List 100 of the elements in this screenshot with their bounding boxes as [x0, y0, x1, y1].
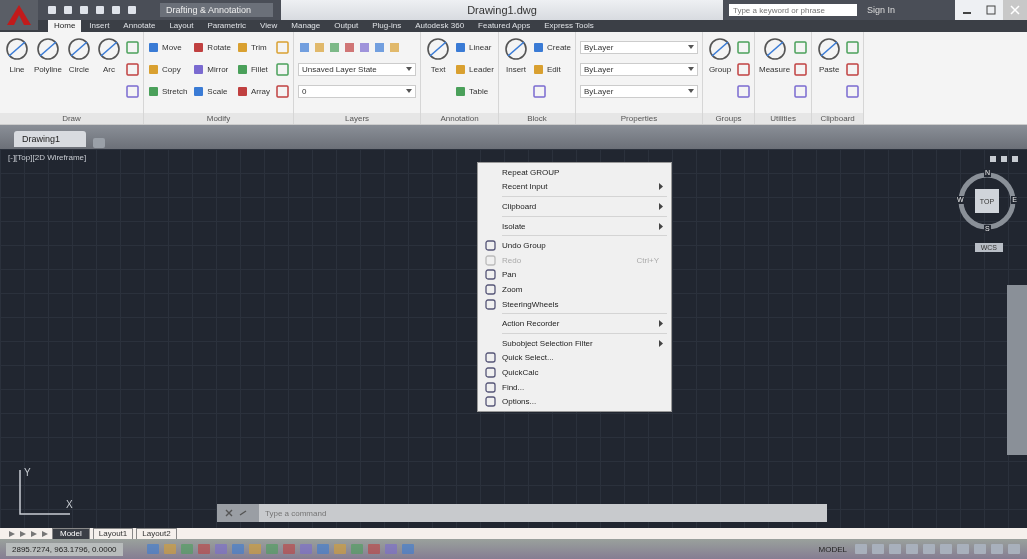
ribbon-tab[interactable]: Layout [163, 20, 200, 32]
tool-button[interactable]: Leader [455, 63, 494, 75]
quick-access-icon[interactable] [94, 4, 106, 16]
ribbon-tab[interactable]: Manage [285, 20, 327, 32]
tool-icon[interactable] [737, 40, 750, 54]
tool-button[interactable]: Copy [148, 63, 188, 75]
workspace-dropdown[interactable]: Drafting & Annotation [160, 3, 274, 17]
file-tab[interactable]: Drawing1 [14, 131, 87, 147]
menu-item[interactable]: Action Recorder [478, 316, 671, 331]
panel-title[interactable]: Draw [0, 113, 143, 124]
dropdown[interactable]: ByLayer [580, 40, 698, 54]
tool-button[interactable]: Line [4, 36, 30, 113]
ribbon-tab[interactable]: View [254, 20, 284, 32]
new-tab-icon[interactable] [92, 137, 107, 149]
status-tool-icon[interactable] [888, 543, 902, 555]
status-toggle-icon[interactable] [281, 543, 296, 555]
status-toggle-icon[interactable] [400, 543, 415, 555]
status-toggle-icon[interactable] [230, 543, 245, 555]
status-tool-icon[interactable] [854, 543, 868, 555]
status-toggle-icon[interactable] [247, 543, 262, 555]
dropdown[interactable]: 0 [298, 84, 417, 98]
tool-icon[interactable] [737, 84, 750, 98]
tool-icon[interactable] [794, 84, 808, 98]
tool-button[interactable]: Mirror [193, 63, 231, 75]
panel-title[interactable]: Block [499, 113, 575, 124]
tool-button[interactable]: Scale [193, 85, 231, 97]
layer-tool-icon[interactable] [328, 40, 342, 54]
panel-title[interactable]: Properties [576, 113, 702, 124]
tool-icon[interactable] [276, 62, 290, 76]
layer-tool-icon[interactable] [343, 40, 357, 54]
menu-item[interactable]: SteeringWheels [478, 296, 671, 312]
menu-item[interactable]: QuickCalc [478, 365, 671, 380]
tool-button[interactable]: Polyline [34, 36, 62, 113]
status-toggle-icon[interactable] [315, 543, 330, 555]
tool-button[interactable]: Array [236, 85, 271, 97]
tool-icon[interactable] [126, 62, 139, 76]
status-toggle-icon[interactable] [349, 543, 364, 555]
ribbon-tab[interactable]: Express Tools [538, 20, 600, 32]
ribbon-tab[interactable]: Home [48, 20, 82, 32]
tool-button[interactable]: Paste [816, 36, 843, 113]
layer-tool-icon[interactable] [358, 40, 372, 54]
ribbon-tab[interactable]: Output [328, 20, 365, 32]
panel-title[interactable]: Utilities [755, 113, 812, 124]
layer-tool-icon[interactable] [388, 40, 402, 54]
quick-access-icon[interactable] [126, 4, 138, 16]
status-tool-icon[interactable] [905, 543, 919, 555]
model-tab[interactable]: Model [52, 528, 90, 539]
tool-button[interactable]: Create [533, 41, 571, 53]
tool-button[interactable]: Arc [96, 36, 122, 113]
status-toggle-icon[interactable] [332, 543, 347, 555]
quick-access-icon[interactable] [62, 4, 74, 16]
close-button[interactable] [1003, 0, 1027, 20]
tool-icon[interactable] [846, 40, 860, 54]
layer-tool-icon[interactable] [373, 40, 387, 54]
menu-item[interactable]: Clipboard [478, 199, 671, 214]
dropdown[interactable]: ByLayer [580, 62, 698, 76]
menu-item[interactable]: Zoom [478, 282, 671, 297]
status-toggle-icon[interactable] [264, 543, 279, 555]
search-field[interactable]: Type a keyword or phrase [728, 4, 857, 16]
status-tool-icon[interactable] [922, 543, 936, 555]
tool-button[interactable]: Measure [759, 36, 791, 113]
status-toggle-icon[interactable] [196, 543, 211, 555]
ribbon-tab[interactable]: Annotate [117, 20, 162, 32]
tool-button[interactable]: Edit [533, 63, 571, 75]
tool-button[interactable]: Circle [66, 36, 92, 113]
tool-button[interactable]: Table [455, 85, 494, 97]
status-toggle-icon[interactable] [383, 543, 398, 555]
tool-button[interactable]: Fillet [236, 63, 271, 75]
panel-title[interactable]: Modify [144, 113, 294, 124]
quick-access-icon[interactable] [110, 4, 122, 16]
tool-icon[interactable] [846, 84, 860, 98]
status-tool-icon[interactable] [871, 543, 885, 555]
panel-title[interactable]: Groups [703, 113, 754, 124]
status-toggle-icon[interactable] [162, 543, 177, 555]
panel-title[interactable]: Annotation [421, 113, 498, 124]
panel-title[interactable]: Clipboard [812, 113, 864, 124]
status-toggle-icon[interactable] [298, 543, 313, 555]
status-tool-icon[interactable] [939, 543, 953, 555]
quick-access-icon[interactable] [46, 4, 58, 16]
tool-button[interactable]: Text [425, 36, 452, 113]
tool-button[interactable]: Group [707, 36, 733, 113]
tool-icon[interactable] [846, 62, 860, 76]
ribbon-tab[interactable]: Plug-ins [366, 20, 408, 32]
scroll-bar[interactable] [1007, 285, 1027, 455]
menu-item[interactable]: Quick Select... [478, 350, 671, 366]
application-button[interactable] [0, 0, 38, 30]
tool-icon[interactable] [533, 84, 546, 98]
quick-access-icon[interactable] [78, 4, 90, 16]
tool-icon[interactable] [737, 62, 750, 76]
sign-in-link[interactable]: Sign In [866, 5, 895, 15]
menu-item[interactable]: Find... [478, 379, 671, 395]
tool-icon[interactable] [276, 84, 290, 98]
tool-icon[interactable] [794, 40, 808, 54]
layer-tool-icon[interactable] [298, 40, 312, 54]
status-toggle-icon[interactable] [179, 543, 194, 555]
command-line-buttons[interactable] [217, 504, 259, 522]
tool-icon[interactable] [126, 40, 139, 54]
menu-item[interactable]: Subobject Selection Filter [478, 335, 671, 351]
status-tool-icon[interactable] [990, 543, 1004, 555]
tool-icon[interactable] [276, 40, 290, 54]
